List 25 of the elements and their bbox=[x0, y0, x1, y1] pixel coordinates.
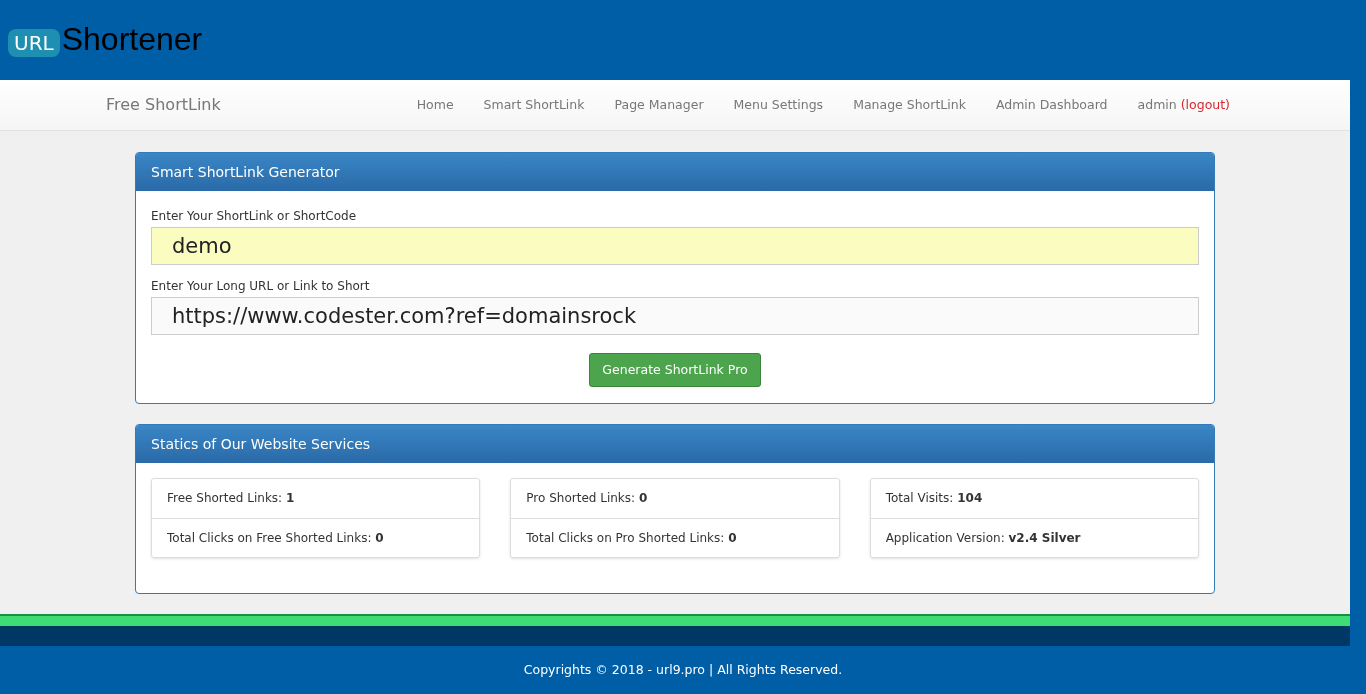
panel-title: Smart ShortLink Generator bbox=[136, 153, 1214, 191]
user-name: admin bbox=[1137, 95, 1177, 114]
field-label: Enter Your ShortLink or ShortCode bbox=[151, 208, 358, 225]
field-label: Enter Your Long URL or Link to Short bbox=[151, 278, 371, 295]
logout-link[interactable]: (logout) bbox=[1180, 95, 1230, 115]
stat-item: Total Visits: 104 bbox=[884, 490, 984, 507]
text-input[interactable]: https://www.codester.com?ref=domainsrock bbox=[151, 297, 1199, 335]
stat-item: Total Clicks on Free Shorted Links: 0 bbox=[152, 518, 480, 557]
stat-item: Pro Shorted Links: 0 bbox=[525, 490, 649, 507]
stat-item: Total Clicks on Pro Shorted Links: 0 bbox=[511, 518, 839, 557]
generate-button[interactable]: Generate ShortLink Pro bbox=[589, 353, 761, 387]
stat-item: Application Version: v2.4 Silver bbox=[870, 518, 1198, 557]
nav-link[interactable]: Smart ShortLink bbox=[483, 95, 585, 115]
text-input[interactable]: demo bbox=[151, 227, 1199, 265]
logo-text: Shortener bbox=[61, 23, 203, 55]
nav-link[interactable]: Menu Settings bbox=[733, 95, 824, 115]
nav-link[interactable]: Manage ShortLink bbox=[853, 95, 966, 115]
brand-link[interactable]: Free ShortLink bbox=[106, 93, 221, 117]
nav-link[interactable]: Page Manager bbox=[614, 95, 704, 115]
nav-link[interactable]: Home bbox=[416, 95, 454, 115]
panel-title: Statics of Our Website Services bbox=[136, 425, 1214, 463]
logo-badge: URL bbox=[8, 29, 60, 57]
copyright-text: Copyrights © 2018 - url9.pro | All Rights Reserved. bbox=[523, 661, 843, 680]
nav-link[interactable]: Admin Dashboard bbox=[995, 95, 1108, 115]
stat-item: Free Shorted Links: 1 bbox=[166, 490, 296, 507]
